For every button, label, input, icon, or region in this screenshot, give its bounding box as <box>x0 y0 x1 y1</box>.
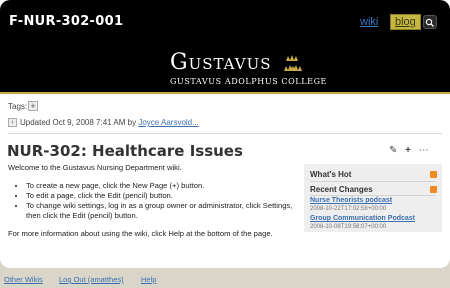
top-bar: F-NUR-302-001 wiki blog <box>0 0 450 42</box>
logo-wordmark: Gustavus <box>170 50 272 75</box>
list-item: To change wiki settings, log in as a gro… <box>26 201 298 221</box>
more-icon[interactable]: ⋯ <box>419 145 429 156</box>
add-tag-button[interactable]: + <box>28 101 38 111</box>
site-title: F-NUR-302-001 <box>9 14 124 29</box>
help-text: For more information about using the wik… <box>8 229 273 238</box>
intro-text: Welcome to the Gustavus Nursing Departme… <box>8 163 182 172</box>
crowns-icon <box>284 55 302 71</box>
footer-logout-link[interactable]: Log Out (amatthes) <box>59 275 124 284</box>
sidebar: What's Hot Recent Changes Nurse Theorist… <box>304 164 442 232</box>
footer-other-wikis-link[interactable]: Other Wikis <box>4 275 43 284</box>
new-page-plus-icon[interactable]: + <box>405 145 411 156</box>
page-content: Welcome to the Gustavus Nursing Departme… <box>8 163 298 239</box>
tab-wiki[interactable]: wiki <box>360 16 378 28</box>
divider <box>8 133 442 134</box>
wiki-window: F-NUR-302-001 wiki blog Gustavus GUSTAVU… <box>0 0 450 268</box>
tab-blog[interactable]: blog <box>390 14 421 30</box>
updated-author-link[interactable]: Joyce Aarsvold... <box>138 118 198 127</box>
footer-help-link[interactable]: Help <box>141 275 156 284</box>
recent-post-link[interactable]: Nurse Theorists podcast <box>310 197 392 204</box>
recent-post-date: 2008-10-08T19:58:07+00:00 <box>310 224 387 230</box>
instruction-list: To create a new page, click the New Page… <box>26 181 298 221</box>
search-icon <box>425 18 434 27</box>
tags-label: Tags: <box>8 102 28 111</box>
recent-post-link[interactable]: Group Communication Podcast <box>310 215 415 222</box>
recent-changes-heading[interactable]: Recent Changes <box>310 185 373 194</box>
recent-post-date: 2008-10-22T17:02:58+00:00 <box>310 206 387 212</box>
edit-pencil-icon[interactable]: ✎ <box>389 145 397 156</box>
sidebar-divider <box>310 181 436 182</box>
expand-history-button[interactable]: › <box>8 118 17 127</box>
updated-info: Updated Oct 9, 2008 7:41 AM by Joyce Aar… <box>20 118 199 127</box>
rss-icon[interactable] <box>430 186 437 193</box>
updated-prefix: Updated Oct 9, 2008 7:41 AM by <box>20 118 137 127</box>
page-actions: ✎ + ⋯ <box>389 145 434 156</box>
list-item: To edit a page, click the Edit (pencil) … <box>26 191 298 201</box>
sidebar-divider <box>310 195 436 196</box>
list-item: To create a new page, click the New Page… <box>26 181 298 191</box>
rss-icon[interactable] <box>430 171 437 178</box>
banner-divider <box>0 92 450 94</box>
search-button[interactable] <box>423 15 437 29</box>
page-title: NUR-302: Healthcare Issues <box>7 142 243 160</box>
whats-hot-heading[interactable]: What's Hot <box>310 170 351 179</box>
